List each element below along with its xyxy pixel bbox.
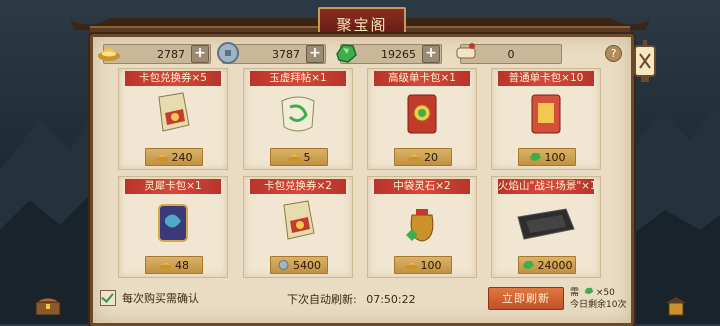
refresh-cost: 需 ×50 今日剩余10次 xyxy=(570,287,627,310)
gold-ingot-icon xyxy=(98,48,120,61)
pavilion-icon[interactable] xyxy=(664,295,688,317)
confirm-label: 每次购买需确认 xyxy=(122,292,199,305)
auto-refresh-info: 下次自动刷新: 07:50:22 xyxy=(287,293,416,306)
item-price: 5 xyxy=(270,148,328,166)
refresh-timer: 07:50:22 xyxy=(366,293,416,306)
add-silver-button[interactable]: + xyxy=(306,45,324,63)
scroll-token-icon xyxy=(456,43,476,59)
shop-item-card[interactable]: 灵犀卡包×1 48 xyxy=(118,176,228,278)
item-title: 高级单卡包×1 xyxy=(374,71,470,86)
silver-coin-icon xyxy=(278,260,289,270)
item-title: 普通单卡包×10 xyxy=(498,71,594,86)
exchange-ticket-icon xyxy=(283,200,315,240)
item-title: 中袋灵石×2 xyxy=(374,179,470,194)
add-jade-button[interactable]: + xyxy=(422,45,440,63)
add-gold-button[interactable]: + xyxy=(191,45,209,63)
jade-scroll-icon xyxy=(281,96,315,132)
shop-item-card[interactable]: 卡包兑换券×2 5400 xyxy=(243,176,353,278)
gold-ingot-icon xyxy=(408,155,421,162)
jade-stone-icon xyxy=(522,261,534,269)
item-title: 火焰山"战斗场景"×1 xyxy=(498,179,594,194)
gold-ingot-icon xyxy=(405,263,417,270)
remaining-refreshes: 今日剩余10次 xyxy=(570,300,627,310)
gold-ingot-icon xyxy=(288,155,300,162)
refresh-now-button[interactable]: 立即刷新 xyxy=(488,287,564,310)
currency-gold: 2787 + xyxy=(98,44,211,64)
purchase-confirm-toggle[interactable]: 每次购买需确认 xyxy=(100,290,199,306)
item-price: 24000 xyxy=(518,256,576,274)
item-title: 灵犀卡包×1 xyxy=(125,179,221,194)
jade-stone-icon xyxy=(584,287,594,295)
help-button[interactable]: ? xyxy=(605,45,622,62)
treasure-chest-icon[interactable] xyxy=(34,294,62,316)
gold-ingot-icon xyxy=(159,263,172,270)
card-pack-icon xyxy=(531,94,561,134)
exchange-ticket-icon xyxy=(158,92,190,132)
shop-item-card[interactable]: 卡包兑换券×5 240 xyxy=(118,68,228,170)
item-price: 48 xyxy=(145,256,203,274)
item-title: 卡包兑换券×5 xyxy=(125,71,221,86)
battle-scene-icon xyxy=(517,208,575,240)
shop-item-card[interactable]: 高级单卡包×1 20 xyxy=(367,68,477,170)
checkbox[interactable] xyxy=(100,290,116,306)
item-title: 卡包兑换券×2 xyxy=(250,179,346,194)
close-lantern-button[interactable] xyxy=(632,40,658,84)
shop-item-card[interactable]: 玉虚拜帖×1 5 xyxy=(243,68,353,170)
jade-stone-icon xyxy=(529,153,541,161)
gold-ingot-icon xyxy=(156,155,168,162)
shop-item-card[interactable]: 火焰山"战斗场景"×1 24000 xyxy=(491,176,601,278)
spirit-card-pack-icon xyxy=(158,204,188,242)
jade-stone-icon xyxy=(336,44,357,63)
currency-silver: 3787 + xyxy=(217,42,326,64)
spirit-stone-bag-icon xyxy=(406,209,434,242)
shop-item-card[interactable]: 中袋灵石×2 100 xyxy=(367,176,477,278)
currency-scroll: 0 xyxy=(456,43,562,64)
card-pack-icon xyxy=(407,94,437,134)
item-price: 240 xyxy=(145,148,203,166)
currency-jade: 19265 + xyxy=(336,44,442,64)
item-price: 100 xyxy=(394,256,452,274)
item-price: 20 xyxy=(394,148,452,166)
item-title: 玉虚拜帖×1 xyxy=(250,71,346,86)
item-price: 5400 xyxy=(270,256,328,274)
silver-coin-icon xyxy=(217,42,239,64)
shop-item-card[interactable]: 普通单卡包×10 100 xyxy=(491,68,601,170)
item-price: 100 xyxy=(518,148,576,166)
